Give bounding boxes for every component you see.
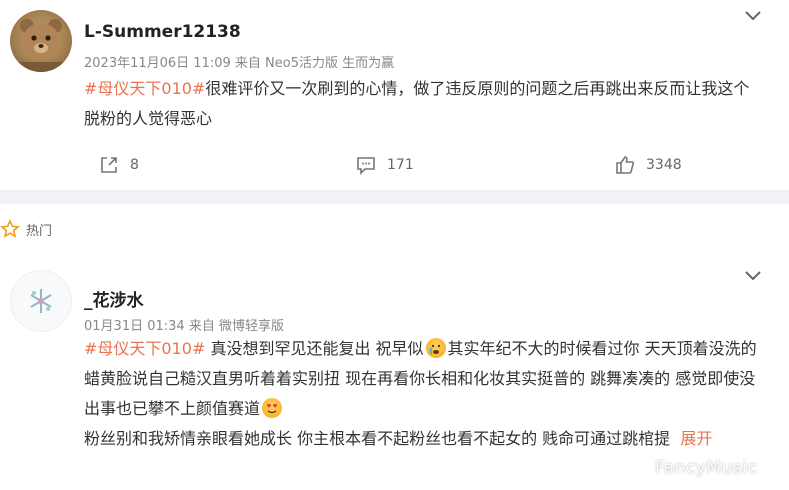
repost-count: 8 <box>130 157 139 173</box>
like-button[interactable]: 3348 <box>614 154 682 176</box>
like-count: 3348 <box>646 157 682 173</box>
comment-body-part1: 真没想到罕见还能复出 祝早似 <box>205 339 424 358</box>
comment-text: #母仪天下010# 真没想到罕见还能复出 祝早似 其实年纪不大的时候看过你 天天顶… <box>84 334 764 454</box>
snowflake-avatar-icon <box>30 289 52 313</box>
commenter-username[interactable]: _花涉水 <box>84 286 144 311</box>
star-icon <box>0 219 20 238</box>
post-text: #母仪天下010#很难评价又一次刷到的心情，做了违反原则的问题之后再跳出来反而让… <box>84 74 764 134</box>
topic-link[interactable]: #母仪天下010# <box>84 339 205 358</box>
watermark: FancyMusic <box>655 458 758 478</box>
comment-meta: 01月31日 01:34 来自 微博轻享版 <box>84 319 284 334</box>
repost-button[interactable]: 8 <box>98 154 139 176</box>
commenter-avatar[interactable] <box>10 270 72 332</box>
heart-eyes-emoji <box>262 398 283 418</box>
chevron-down-icon[interactable] <box>742 268 764 284</box>
comment-body-part3: 粉丝别和我矫情亲眼看她成长 你主根本看不起粉丝也看不起女的 贱命可通过跳棺提 <box>84 429 671 448</box>
thumbs-up-icon <box>616 156 634 174</box>
comment-icon <box>357 157 375 175</box>
post-meta: 2023年11月06日 11:09 来自 Neo5活力版 生而为赢 <box>84 56 395 71</box>
crying-face-emoji <box>425 338 446 358</box>
section-label: 热门 <box>26 223 53 239</box>
hot-section-label: 热门 <box>0 219 52 239</box>
user-avatar[interactable] <box>10 10 72 72</box>
comment-count: 171 <box>387 157 414 173</box>
bear-avatar-icon <box>10 19 72 72</box>
comment-button[interactable]: 171 <box>355 154 414 176</box>
section-divider <box>0 190 789 204</box>
share-icon <box>101 157 117 173</box>
chevron-down-icon[interactable] <box>742 8 764 24</box>
post-card: L-Summer12138 2023年11月06日 11:09 来自 Neo5活… <box>0 0 789 190</box>
post-username[interactable]: L-Summer12138 <box>84 22 241 42</box>
expand-link[interactable]: 展开 <box>680 429 712 448</box>
topic-link[interactable]: #母仪天下010# <box>84 79 205 98</box>
